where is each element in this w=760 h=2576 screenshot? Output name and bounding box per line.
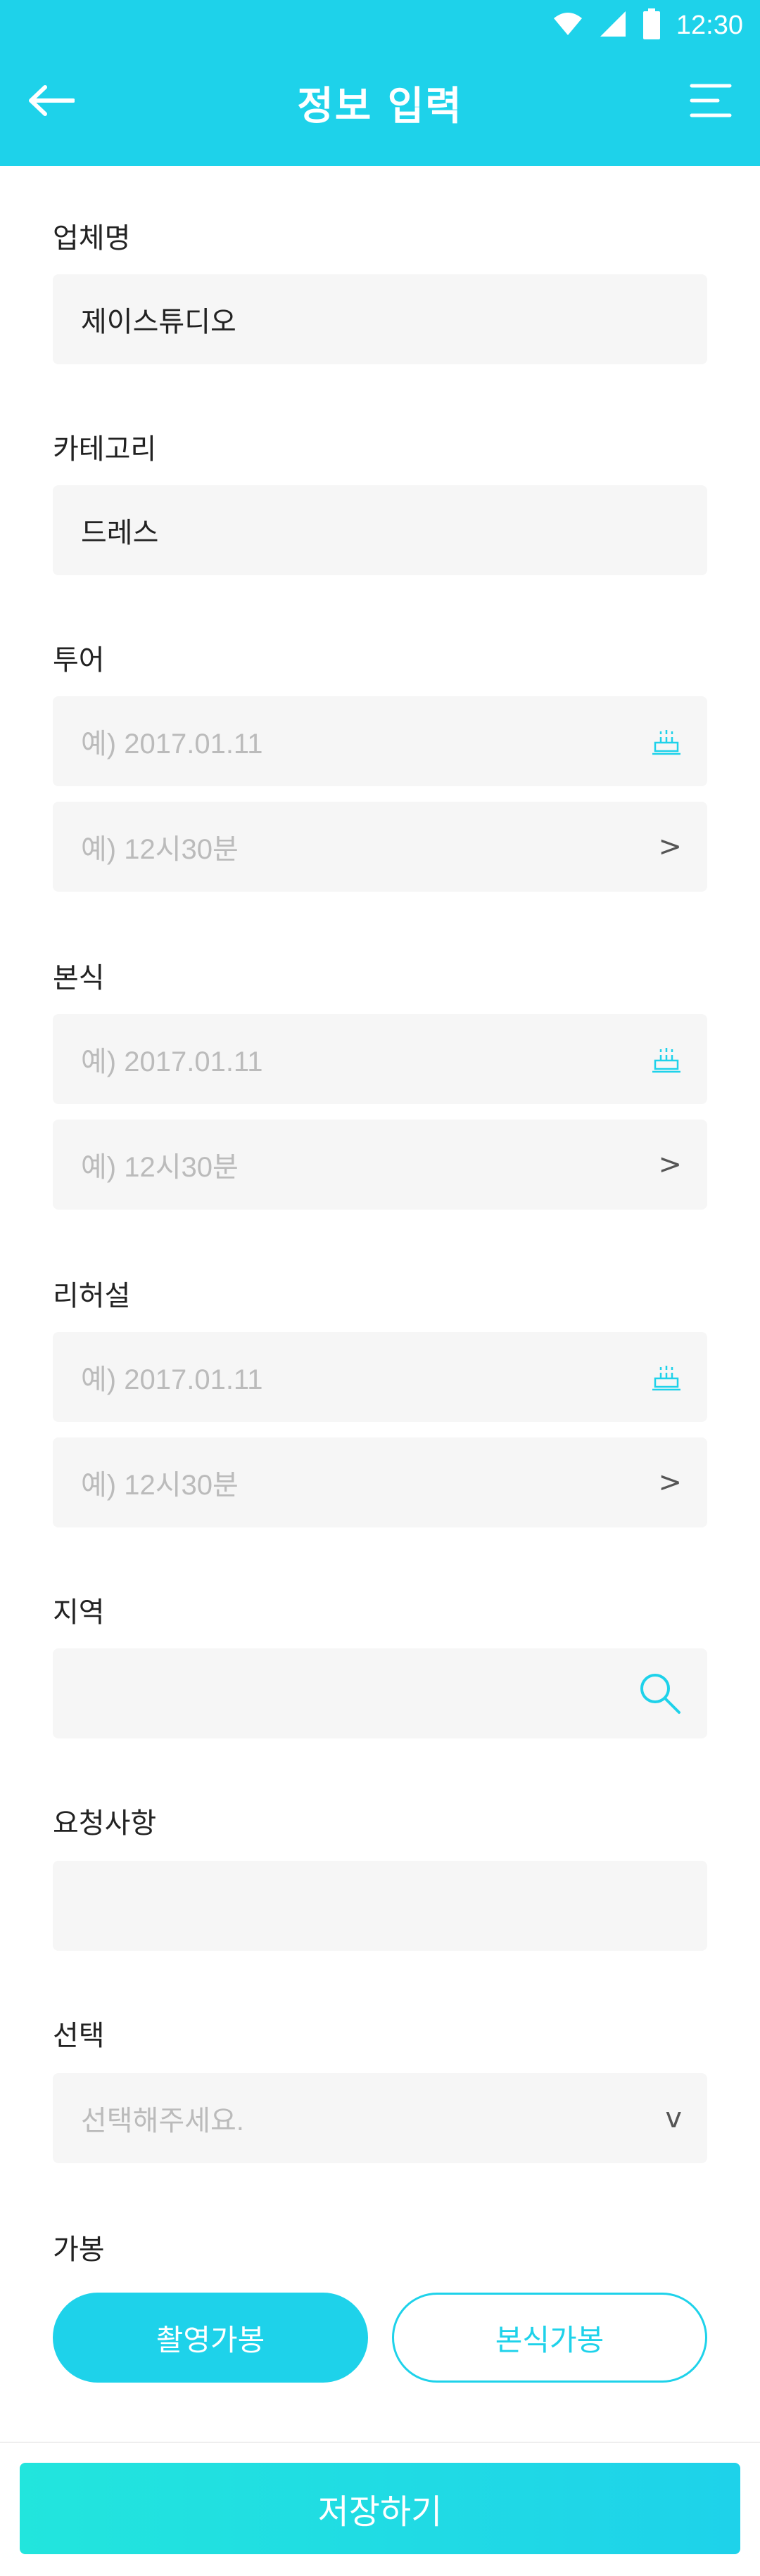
option-ceremony-fitting-button[interactable]: 본식가봉: [392, 2293, 707, 2383]
category-label: 카테고리: [53, 433, 157, 466]
selection-label: 선택: [53, 2020, 105, 2052]
ceremony-date-field[interactable]: 예) 2017.01.11: [53, 1014, 707, 1104]
tour-date-placeholder: 예) 2017.01.11: [81, 729, 263, 760]
ceremony-time-field[interactable]: 예) 12시30분 >: [53, 1120, 707, 1210]
tour-time-placeholder: 예) 12시30분: [81, 834, 239, 865]
category-value: 드레스: [81, 517, 159, 549]
cake-icon[interactable]: [651, 1045, 682, 1073]
category-field[interactable]: 드레스: [53, 485, 707, 575]
wifi-icon: [552, 11, 583, 39]
search-icon[interactable]: [638, 1672, 682, 1715]
menu-icon: [690, 83, 732, 121]
rehearsal-time-field[interactable]: 예) 12시30분 >: [53, 1437, 707, 1527]
ceremony-date-placeholder: 예) 2017.01.11: [81, 1046, 263, 1077]
tour-label: 투어: [53, 644, 105, 677]
option-photo-fitting-button[interactable]: 촬영가봉: [53, 2293, 368, 2383]
rehearsal-date-placeholder: 예) 2017.01.11: [81, 1364, 263, 1395]
rehearsal-label: 리허설: [53, 1280, 131, 1312]
cake-icon[interactable]: [651, 1363, 682, 1391]
save-button[interactable]: 저장하기: [20, 2463, 740, 2554]
chevron-down-icon: v: [665, 2102, 682, 2134]
page-title: 정보 입력: [297, 84, 463, 129]
menu-button[interactable]: [676, 77, 732, 127]
ceremony-label: 본식: [53, 962, 105, 994]
tour-time-field[interactable]: 예) 12시30분 >: [53, 802, 707, 892]
tour-date-field[interactable]: 예) 2017.01.11: [53, 696, 707, 786]
rehearsal-date-field[interactable]: 예) 2017.01.11: [53, 1332, 707, 1422]
chevron-right-icon: >: [658, 1148, 682, 1181]
requests-label: 요청사항: [53, 1807, 157, 1840]
battery-icon: [642, 8, 661, 42]
divider: [0, 2442, 760, 2443]
ceremony-time-placeholder: 예) 12시30분: [81, 1152, 239, 1183]
status-bar: 12:30: [552, 6, 743, 45]
company-label: 업체명: [53, 222, 131, 255]
rehearsal-time-placeholder: 예) 12시30분: [81, 1470, 239, 1501]
app-header: 12:30 정보 입력: [0, 0, 760, 166]
company-value: 제이스튜디오: [81, 306, 236, 338]
region-field[interactable]: [53, 1648, 707, 1738]
cake-icon[interactable]: [651, 727, 682, 755]
availability-label: 가봉: [53, 2234, 105, 2266]
requests-field[interactable]: [53, 1861, 707, 1951]
chevron-right-icon: >: [658, 831, 682, 863]
region-label: 지역: [53, 1596, 105, 1629]
selection-placeholder: 선택해주세요.: [81, 2106, 244, 2136]
status-time: 12:30: [676, 10, 743, 40]
company-field[interactable]: 제이스튜디오: [53, 274, 707, 364]
chevron-right-icon: >: [658, 1466, 682, 1499]
signal-icon: [599, 10, 627, 41]
selection-dropdown[interactable]: 선택해주세요. v: [53, 2073, 707, 2163]
